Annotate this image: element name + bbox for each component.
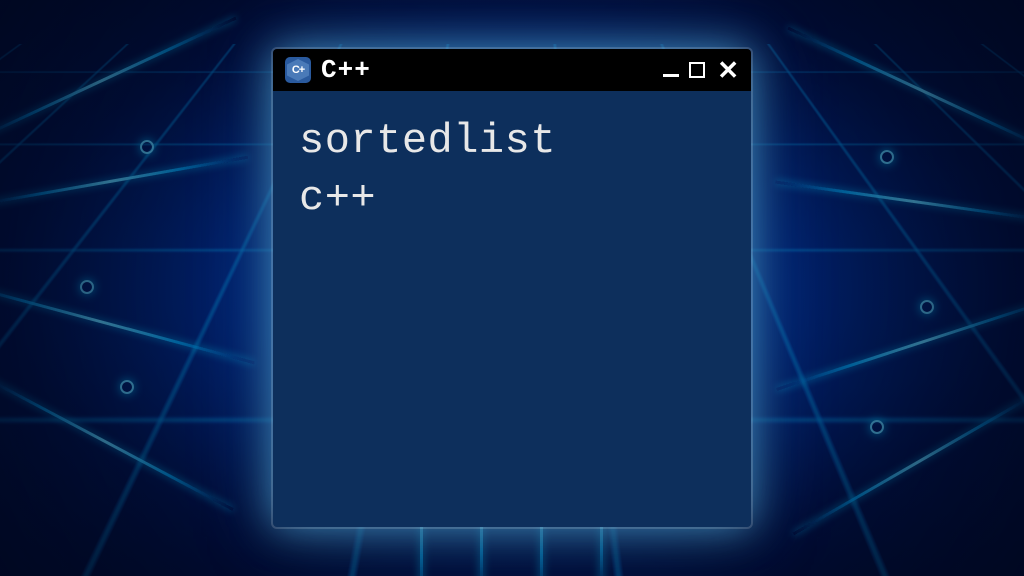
terminal-window: C+ C++ ✕ sortedlist c++ [273,49,751,527]
bg-circuit-line [0,156,248,208]
bg-circuit-line [775,181,1024,223]
bg-circuit-node [920,300,934,314]
bg-circuit-line [0,17,237,147]
minimize-button[interactable] [663,74,679,77]
close-button[interactable]: ✕ [717,57,739,83]
bg-circuit-line [776,292,1024,391]
bg-circuit-line [793,388,1024,536]
terminal-content: sortedlist c++ [273,91,751,248]
content-line: c++ [299,170,725,227]
maximize-button[interactable] [689,62,705,78]
bg-circuit-node [140,140,154,154]
window-title: C++ [321,55,663,85]
bg-circuit-line [0,372,234,511]
bg-circuit-line [0,279,255,365]
bg-circuit-node [870,420,884,434]
cpp-app-icon: C+ [285,57,311,83]
bg-circuit-node [880,150,894,164]
bg-circuit-node [120,380,134,394]
window-controls: ✕ [663,57,739,83]
bg-circuit-line [787,27,1024,157]
content-line: sortedlist [299,113,725,170]
app-icon-label: C+ [292,64,304,76]
bg-circuit-node [80,280,94,294]
window-titlebar[interactable]: C+ C++ ✕ [273,49,751,91]
